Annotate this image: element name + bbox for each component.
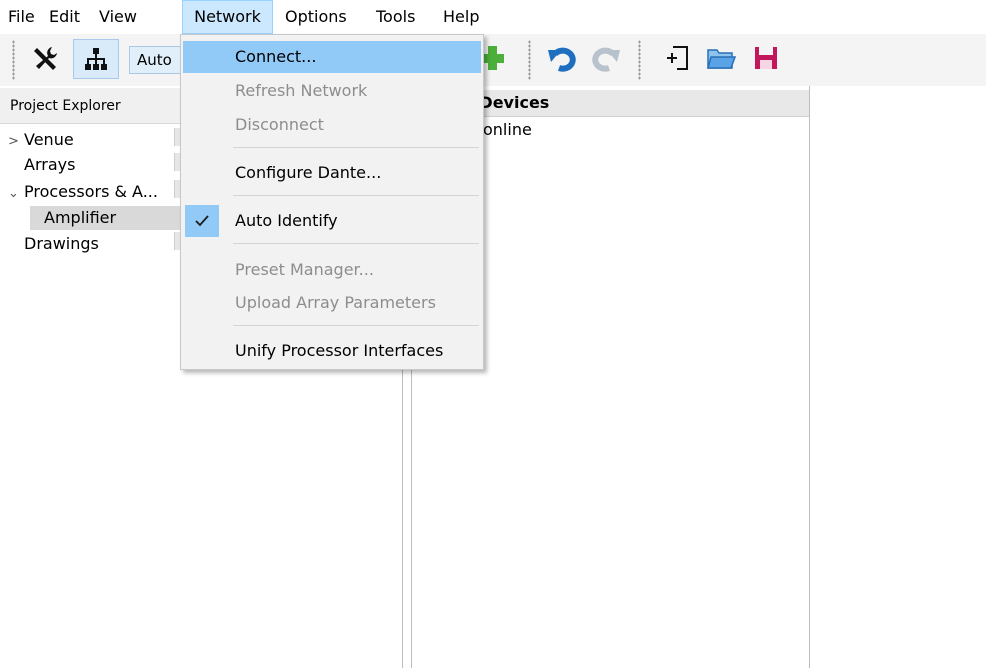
toolbar-separator-grip-2: [638, 40, 641, 80]
menu-item-label: Connect...: [235, 47, 317, 66]
menu-tools[interactable]: Tools: [376, 0, 415, 34]
menu-bar: File Edit View Network Options Tools Hel…: [0, 0, 986, 34]
menu-item-label: Unify Processor Interfaces: [235, 341, 444, 360]
tree-item-label: Drawings: [24, 234, 99, 253]
project-explorer-header: Project Explorer: [0, 88, 182, 124]
project-explorer: Project Explorer > Venue Arrays ⌄ Processo…: [0, 86, 183, 668]
tree-item-label: Venue: [24, 130, 74, 149]
expand-arrow-icon[interactable]: >: [8, 130, 24, 154]
menu-item-label: Upload Array Parameters: [235, 293, 436, 312]
menu-item-connect[interactable]: Connect...: [183, 41, 481, 73]
new-file-icon: [667, 46, 688, 70]
tree-item-drawings[interactable]: Drawings: [8, 232, 99, 256]
network-tree-button[interactable]: [73, 39, 119, 79]
menu-separator: [233, 243, 479, 244]
menu-item-configure-dante[interactable]: Configure Dante...: [183, 157, 481, 189]
menu-view[interactable]: View: [99, 0, 137, 34]
new-file-button[interactable]: [660, 40, 696, 76]
undo-button[interactable]: [544, 40, 580, 76]
menu-network[interactable]: Network: [182, 0, 273, 34]
tree-item-label: Amplifier: [44, 208, 117, 227]
menu-file[interactable]: File: [8, 0, 35, 34]
toolbar-separator-grip: [528, 40, 531, 80]
properties-panel: [810, 86, 986, 668]
collapse-arrow-icon[interactable]: ⌄: [8, 182, 24, 206]
checkmark-box: [185, 205, 219, 237]
tools-icon: [34, 47, 57, 70]
menu-item-auto-identify[interactable]: Auto Identify: [183, 205, 481, 237]
menu-item-label: Configure Dante...: [235, 163, 382, 182]
menu-item-label: Auto Identify: [235, 211, 338, 230]
menu-item-preset-manager: Preset Manager...: [183, 254, 481, 286]
tree-item-venue[interactable]: > Venue: [8, 128, 74, 152]
menu-item-upload-array-parameters: Upload Array Parameters: [183, 287, 481, 319]
tree-item-arrays[interactable]: Arrays: [8, 153, 75, 177]
network-tree-icon: [85, 48, 107, 70]
menu-item-label: Preset Manager...: [235, 260, 374, 279]
menu-item-unify-processor-interfaces[interactable]: Unify Processor Interfaces: [183, 335, 481, 367]
open-button[interactable]: [703, 40, 739, 76]
checkmark-icon: [195, 215, 209, 227]
menu-item-disconnect: Disconnect: [183, 109, 481, 141]
menu-separator: [233, 195, 479, 196]
toolbar: Auto: [0, 34, 986, 86]
toolbar-grip[interactable]: [12, 40, 15, 80]
menu-options[interactable]: Options: [285, 0, 347, 34]
menu-item-label: Refresh Network: [235, 81, 368, 100]
menu-item-refresh-network: Refresh Network: [183, 75, 481, 107]
tree-item-amplifier[interactable]: Amplifier: [44, 206, 116, 230]
save-disk-icon: [755, 47, 777, 69]
network-dropdown-menu: Connect... Refresh Network Disconnect Co…: [180, 34, 484, 370]
save-button[interactable]: [748, 40, 784, 76]
menu-separator: [233, 325, 479, 326]
menu-help[interactable]: Help: [443, 0, 479, 34]
redo-icon: [592, 47, 620, 72]
tree-item-label: Arrays: [24, 155, 76, 174]
tree-item-label: Processors & A...: [24, 182, 158, 201]
open-folder-icon: [707, 49, 736, 69]
menu-item-label: Disconnect: [235, 115, 324, 134]
menu-edit[interactable]: Edit: [49, 0, 80, 34]
redo-button[interactable]: [588, 40, 624, 76]
tools-button[interactable]: [28, 40, 64, 76]
tree-item-processors[interactable]: ⌄ Processors & A...: [8, 180, 158, 204]
menu-separator: [233, 147, 479, 148]
undo-icon: [548, 47, 576, 72]
devices-status-text: online: [483, 120, 532, 139]
